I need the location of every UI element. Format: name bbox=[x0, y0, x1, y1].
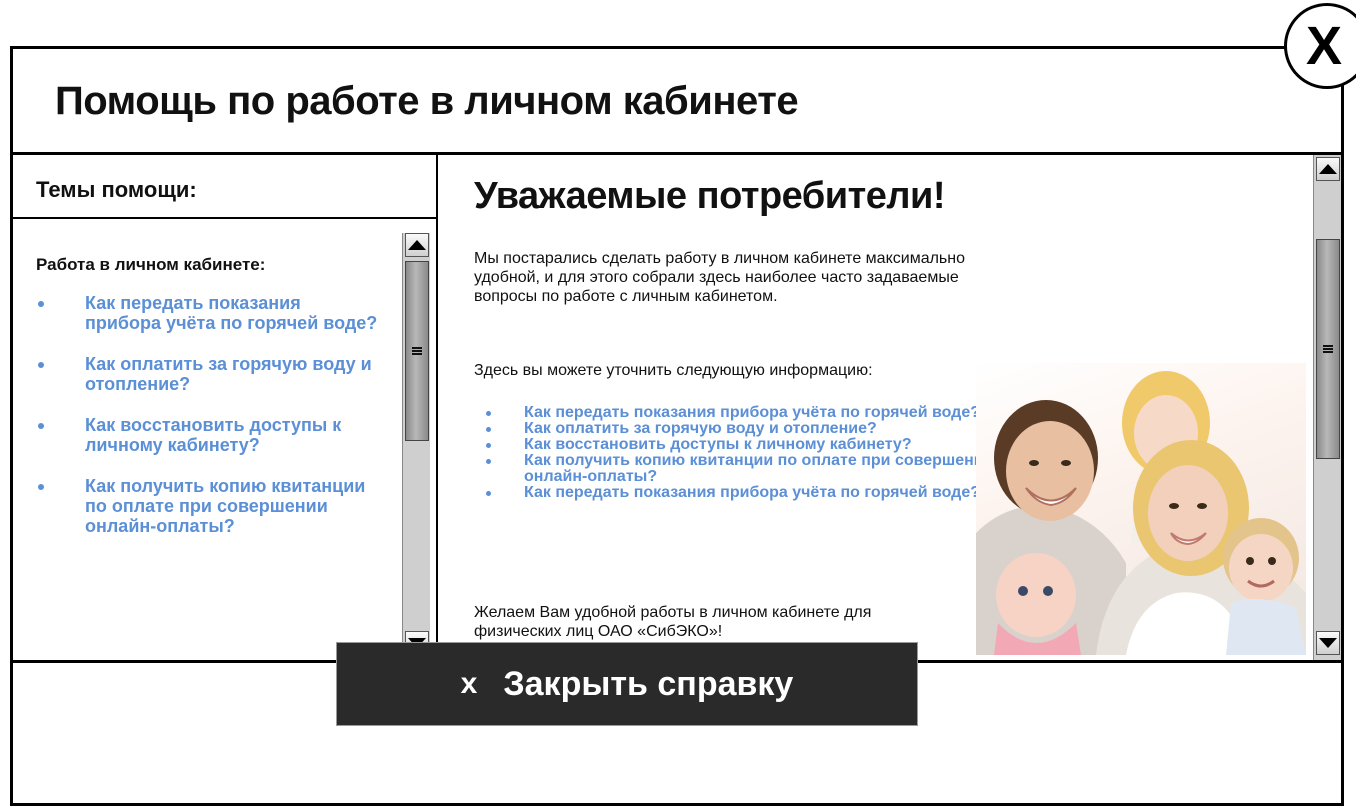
help-content-panel: Уважаемые потребители! Мы постарались сд… bbox=[438, 155, 1341, 660]
topics-heading: Темы помощи: bbox=[36, 177, 197, 202]
family-photo bbox=[976, 363, 1306, 655]
close-icon: x bbox=[460, 667, 478, 700]
content-link-payment[interactable]: Как оплатить за горячую воду и отопление… bbox=[474, 421, 994, 437]
content-link-receipt-copy[interactable]: Как получить копию квитанции по оплате п… bbox=[474, 453, 994, 485]
arrow-up-icon bbox=[1319, 164, 1337, 174]
content-link-meter-readings-2[interactable]: Как передать показания прибора учёта по … bbox=[474, 485, 994, 501]
content-intro: Мы постарались сделать работу в личном к… bbox=[474, 250, 965, 305]
content-scroll-up-button[interactable] bbox=[1316, 157, 1340, 181]
content-heading: Уважаемые потребители! bbox=[474, 175, 946, 217]
family-illustration bbox=[976, 371, 1306, 655]
content-link-restore-access[interactable]: Как восстановить доступы к личному кабин… bbox=[474, 437, 994, 453]
dialog-title: Помощь по работе в личном кабинете bbox=[55, 79, 799, 123]
content-closing: Желаем Вам удобной работы в личном кабин… bbox=[474, 604, 872, 640]
content-link-meter-readings[interactable]: Как передать показания прибора учёта по … bbox=[474, 405, 994, 421]
close-help-button[interactable]: x Закрыть справку bbox=[336, 642, 918, 726]
help-topics-panel: Темы помощи: Работа в личном кабинете: К… bbox=[13, 155, 438, 660]
content-scroll-down-button[interactable] bbox=[1316, 631, 1340, 655]
topic-links: Как передать показания прибора учёта по … bbox=[13, 293, 398, 557]
close-icon: X bbox=[1305, 16, 1343, 76]
content-scrollbar[interactable] bbox=[1313, 155, 1341, 660]
topic-link-receipt-copy[interactable]: Как получить копию квитанции по оплате п… bbox=[13, 476, 398, 536]
arrow-down-icon bbox=[1319, 638, 1337, 648]
grip-icon bbox=[412, 347, 422, 355]
topics-scrollbar[interactable] bbox=[402, 233, 430, 657]
dialog-body: Темы помощи: Работа в личном кабинете: К… bbox=[13, 155, 1341, 663]
content-links: Как передать показания прибора учёта по … bbox=[474, 405, 994, 501]
close-help-label: Закрыть справку bbox=[503, 664, 794, 703]
content-lead: Здесь вы можете уточнить следующую инфор… bbox=[474, 362, 873, 379]
content-scroll-thumb[interactable] bbox=[1316, 239, 1340, 459]
topic-link-restore-access[interactable]: Как восстановить доступы к личному кабин… bbox=[13, 415, 398, 455]
grip-icon bbox=[1323, 345, 1333, 353]
topics-list: Работа в личном кабинете: Как передать п… bbox=[13, 219, 398, 659]
dialog-header: Помощь по работе в личном кабинете bbox=[13, 49, 1341, 155]
topics-scroll-thumb[interactable] bbox=[405, 261, 429, 441]
topic-link-payment[interactable]: Как оплатить за горячую воду и отопление… bbox=[13, 354, 398, 394]
arrow-up-icon bbox=[408, 240, 426, 250]
topics-header: Темы помощи: bbox=[13, 155, 436, 219]
topics-section-title: Работа в личном кабинете: bbox=[36, 255, 266, 274]
topics-scroll-up-button[interactable] bbox=[405, 233, 429, 257]
topic-link-meter-readings[interactable]: Как передать показания прибора учёта по … bbox=[13, 293, 398, 333]
